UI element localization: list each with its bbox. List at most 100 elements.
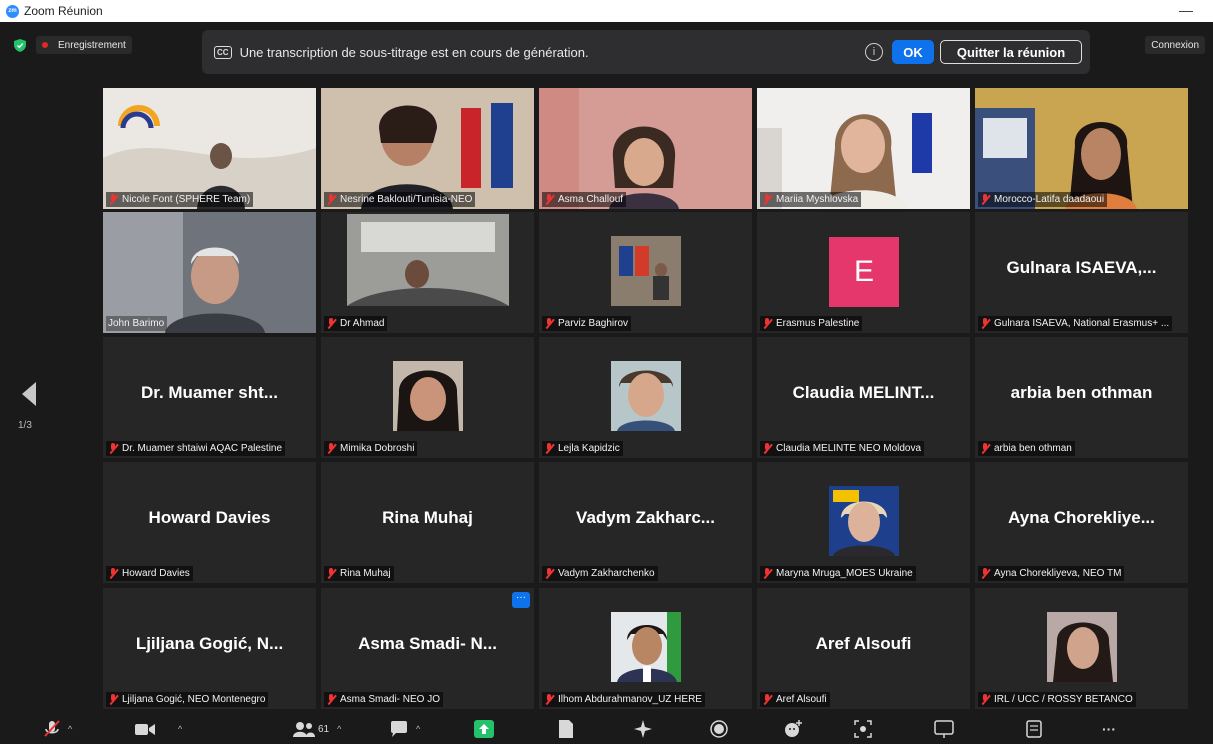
document-button[interactable] [558, 718, 574, 740]
mic-muted-icon [326, 194, 336, 205]
arrow-left-icon [22, 382, 36, 406]
mic-muted-icon [762, 568, 772, 579]
participant-tile[interactable]: Dr. Muamer sht... Dr. Muamer shtaiwi AQA… [103, 337, 316, 458]
participant-tile[interactable]: Nicole Font (SPHERE Team) [103, 88, 316, 209]
participant-name-label: Claudia MELINTE NEO Moldova [760, 441, 925, 456]
microphone-muted-icon [44, 720, 60, 737]
participant-tile[interactable]: Howard Davies Howard Davies [103, 462, 316, 583]
participants-button[interactable]: 61 ^ [292, 718, 341, 740]
ok-button[interactable]: OK [892, 40, 934, 64]
participant-tile[interactable]: Ilhom Abdurahmanov_UZ HERE [539, 588, 752, 709]
meeting-toolbar: ^ ^ 61 ^ ^ ··· [0, 712, 1213, 744]
participant-tile[interactable]: Morocco-Latifa daadaoui [975, 88, 1188, 209]
participant-name-label: arbia ben othman [978, 441, 1075, 456]
mic-muted-icon [544, 443, 554, 454]
notes-button[interactable] [1026, 718, 1042, 740]
unmute-button[interactable]: ^ [44, 718, 72, 740]
share-screen-button[interactable] [474, 718, 494, 740]
participant-display-name: Dr. Muamer sht... [141, 383, 278, 402]
participant-tile[interactable]: Gulnara ISAEVA,... Gulnara ISAEVA, Natio… [975, 212, 1188, 333]
chat-bubble-icon [391, 721, 407, 737]
participants-icon [293, 722, 315, 737]
share-screen-icon [474, 720, 494, 738]
mic-muted-icon [980, 568, 990, 579]
mic-muted-icon [980, 694, 990, 705]
participant-tile[interactable]: Maryna Mruga_MOES Ukraine [757, 462, 970, 583]
recording-dot-icon [42, 42, 48, 48]
chevron-up-icon[interactable]: ^ [337, 724, 341, 734]
participant-display-name: Claudia MELINT... [792, 383, 935, 402]
more-button[interactable]: ··· [1102, 718, 1116, 740]
mic-muted-icon [108, 443, 118, 454]
participant-tile[interactable]: Rina Muhaj Rina Muhaj [321, 462, 534, 583]
info-icon[interactable]: i [865, 43, 883, 61]
participant-tile[interactable]: Lejla Kapidzic [539, 337, 752, 458]
start-video-button[interactable]: ^ [134, 718, 182, 740]
participant-tile-active-speaker[interactable]: John Barimo [103, 212, 316, 333]
mic-muted-icon [108, 194, 118, 205]
participant-tile[interactable]: Ayna Chorekliye... Ayna Chorekliyeva, NE… [975, 462, 1188, 583]
participant-name-label: Parviz Baghirov [542, 316, 632, 331]
participant-tile[interactable]: Mimika Dobroshi [321, 337, 534, 458]
video-feed [103, 212, 316, 333]
ai-companion-button[interactable] [634, 718, 654, 740]
window-title: Zoom Réunion [24, 4, 103, 18]
record-button[interactable] [710, 718, 728, 740]
previous-page-button[interactable]: 1/3 [18, 382, 38, 442]
leave-meeting-button[interactable]: Quitter la réunion [940, 40, 1082, 64]
participant-display-name: Vadym Zakharc... [576, 508, 715, 527]
reactions-button[interactable] [784, 718, 804, 740]
participant-name-label: Aref Alsoufi [760, 692, 830, 707]
participant-tile[interactable]: Ljiljana Gogić, N... Ljiljana Gogić, NEO… [103, 588, 316, 709]
mic-muted-icon [762, 194, 772, 205]
apps-button[interactable] [854, 718, 872, 740]
video-feed [539, 337, 752, 458]
caption-banner: CC Une transcription de sous-titrage est… [202, 30, 1090, 74]
more-options-button[interactable]: ··· [512, 592, 530, 608]
mic-muted-icon [980, 318, 990, 329]
minimize-button[interactable]: — [1179, 2, 1193, 18]
caption-message: Une transcription de sous-titrage est en… [239, 44, 589, 60]
whiteboard-button[interactable] [934, 718, 954, 740]
participant-name-label: Mariia Myshlovska [760, 192, 862, 207]
chat-button[interactable]: ^ [390, 718, 420, 740]
participant-name-label: Maryna Mruga_MOES Ukraine [760, 566, 916, 581]
participant-display-name: Aref Alsoufi [815, 634, 912, 653]
mic-muted-icon [980, 194, 990, 205]
shield-icon[interactable] [14, 39, 26, 52]
whiteboard-icon [934, 720, 954, 738]
participant-tile[interactable]: Claudia MELINT... Claudia MELINTE NEO Mo… [757, 337, 970, 458]
participant-display-name: Ljiljana Gogić, N... [135, 634, 284, 653]
chevron-up-icon[interactable]: ^ [416, 724, 420, 734]
mic-muted-icon [326, 443, 336, 454]
participant-tile[interactable]: IRL / UCC / ROSSY BETANCO [975, 588, 1188, 709]
participant-tile[interactable]: ··· Asma Smadi- N... Asma Smadi- NEO JO [321, 588, 534, 709]
participant-tile[interactable]: Parviz Baghirov [539, 212, 752, 333]
chevron-up-icon[interactable]: ^ [178, 724, 182, 734]
recording-indicator[interactable]: Enregistrement [36, 36, 132, 54]
participant-tile[interactable]: Dr Ahmad [321, 212, 534, 333]
participant-display-name: Gulnara ISAEVA,... [1006, 258, 1157, 277]
video-camera-icon [135, 724, 155, 735]
video-feed [539, 588, 752, 709]
mic-muted-icon [762, 318, 772, 329]
participant-tile[interactable]: Mariia Myshlovska [757, 88, 970, 209]
participant-tile[interactable]: E Erasmus Palestine [757, 212, 970, 333]
participant-tile[interactable]: Nesrine Baklouti/Tunisia-NEO [321, 88, 534, 209]
participant-name-label: Nicole Font (SPHERE Team) [106, 192, 254, 207]
mic-muted-icon [544, 318, 554, 329]
participant-tile[interactable]: Aref Alsoufi Aref Alsoufi [757, 588, 970, 709]
video-feed [321, 337, 534, 458]
mic-muted-icon [108, 568, 118, 579]
participant-name-label: Ayna Chorekliyeva, NEO TM [978, 566, 1125, 581]
chevron-up-icon[interactable]: ^ [68, 724, 72, 734]
participant-name-label: Lejla Kapidzic [542, 441, 623, 456]
connexion-button[interactable]: Connexion [1145, 36, 1205, 54]
participant-name-label: Howard Davies [106, 566, 193, 581]
participant-tile[interactable]: Asma Challouf [539, 88, 752, 209]
mic-muted-icon [326, 318, 336, 329]
participant-tile[interactable]: arbia ben othman arbia ben othman [975, 337, 1188, 458]
smiley-plus-icon [785, 720, 802, 737]
participant-tile[interactable]: Vadym Zakharc... Vadym Zakharchenko [539, 462, 752, 583]
mic-muted-icon [544, 568, 554, 579]
